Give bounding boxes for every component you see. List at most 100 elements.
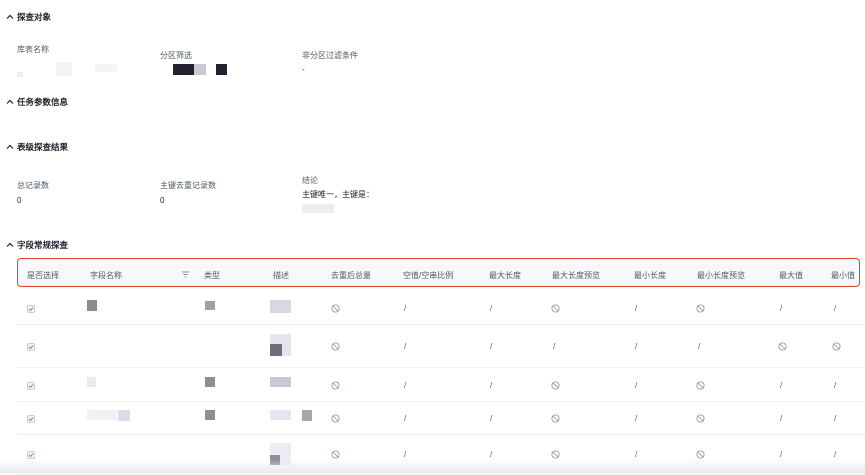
table-row: / / / / / [17,291,865,325]
min-length-cell: / [635,342,638,351]
ban-icon [331,450,340,459]
null-ratio-cell: / [404,304,407,313]
select-checkbox[interactable] [27,382,35,390]
min-length-preview-cell: / [698,342,701,351]
max-length-preview-cell: / [553,342,556,351]
null-ratio-cell: / [404,450,407,459]
select-checkbox[interactable] [27,343,35,351]
description-redacted [270,344,282,356]
select-checkbox[interactable] [27,305,35,313]
partition-value-redacted [216,64,227,75]
section-task-params-toggle[interactable]: 任务参数信息 [6,96,68,108]
check-icon [28,345,34,350]
max-length-cell: / [490,381,493,390]
min-value-cell: / [834,381,837,390]
field-name-redacted [87,300,97,311]
dedup-records-label: 主键去重记录数 [160,181,216,190]
min-length-cell: / [635,414,638,423]
table-row: / / / / / [17,368,865,402]
min-value-cell: / [834,304,837,313]
section-title: 字段常规探查 [17,240,69,250]
table-name-label: 库表名称 [17,45,49,54]
type-redacted [205,410,215,420]
type-redacted [205,301,215,310]
description-redacted [270,410,291,420]
header-select: 是否选择 [27,271,59,280]
ban-icon [331,342,340,351]
ban-icon [696,381,705,390]
filter-icon[interactable] [181,270,190,279]
max-value-cell: / [780,414,783,423]
section-title: 任务参数信息 [17,97,69,107]
non-partition-value: - [302,65,305,74]
null-ratio-cell: / [404,342,407,351]
chevron-up-icon [6,99,14,104]
description-redacted [302,410,312,421]
table-name-value-redacted [56,62,72,76]
header-type: 类型 [204,271,220,280]
max-value-cell: / [780,381,783,390]
primary-key-redacted [302,204,334,213]
select-checkbox[interactable] [27,451,35,459]
max-length-cell: / [490,304,493,313]
check-icon [28,417,34,422]
description-redacted [270,300,291,313]
section-field-probe-toggle[interactable]: 字段常规探查 [6,239,68,251]
chevron-up-icon [6,14,14,19]
field-name-redacted [118,410,130,421]
min-length-cell: / [635,450,638,459]
section-probe-object-toggle[interactable]: 探查对象 [6,11,51,23]
partition-value-redacted [194,64,206,75]
ban-icon [331,304,340,313]
conclusion-value: 主键唯一，主键是： [302,190,374,199]
ban-icon [331,381,340,390]
header-description: 描述 [273,271,289,280]
check-icon [28,453,34,458]
table-row: / / / / / [17,401,865,435]
min-value-cell: / [834,414,837,423]
ban-icon [551,414,560,423]
header-max-value: 最大值 [779,271,803,280]
header-min-length: 最小长度 [634,271,666,280]
null-ratio-cell: / [404,381,407,390]
ban-icon [551,450,560,459]
ban-icon [551,304,560,313]
min-length-cell: / [635,304,638,313]
max-length-cell: / [490,342,493,351]
null-ratio-cell: / [404,414,407,423]
header-dedup-total: 去重后总量 [331,271,371,280]
total-records-label: 总记录数 [17,181,49,190]
check-icon [28,307,34,312]
ban-icon [696,304,705,313]
min-length-cell: / [635,381,638,390]
check-icon [28,384,34,389]
header-null-ratio: 空值/空串比例 [403,271,454,280]
dedup-records-value: 0 [160,196,165,205]
total-records-value: 0 [17,196,22,205]
max-length-cell: / [490,414,493,423]
chevron-up-icon [6,242,14,247]
partition-value-redacted [173,64,194,75]
select-checkbox[interactable] [27,415,35,423]
ban-icon [696,450,705,459]
table-name-value-redacted [95,64,117,72]
header-min-value: 最小值 [831,271,855,280]
section-table-level-toggle[interactable]: 表级探查结果 [6,141,68,153]
section-title: 表级探查结果 [17,142,69,152]
chevron-up-icon [6,144,14,149]
table-header: 是否选择 字段名称 类型 描述 去重后总量 空值/空串比例 最大长度 最大长度预… [17,258,860,287]
header-field-name: 字段名称 [90,271,122,280]
non-partition-label: 非分区过滤条件 [302,51,358,60]
header-min-length-preview: 最小长度预览 [697,271,745,280]
table-row: / / / / / [17,325,865,368]
scroll-fade [0,459,865,473]
header-max-length-preview: 最大长度预览 [552,271,600,280]
ban-icon [778,342,787,351]
description-redacted [270,377,291,387]
section-title: 探查对象 [17,12,52,22]
ban-icon [696,414,705,423]
ban-icon [331,414,340,423]
max-length-cell: / [490,450,493,459]
min-value-cell: / [834,450,837,459]
type-redacted [205,377,215,387]
